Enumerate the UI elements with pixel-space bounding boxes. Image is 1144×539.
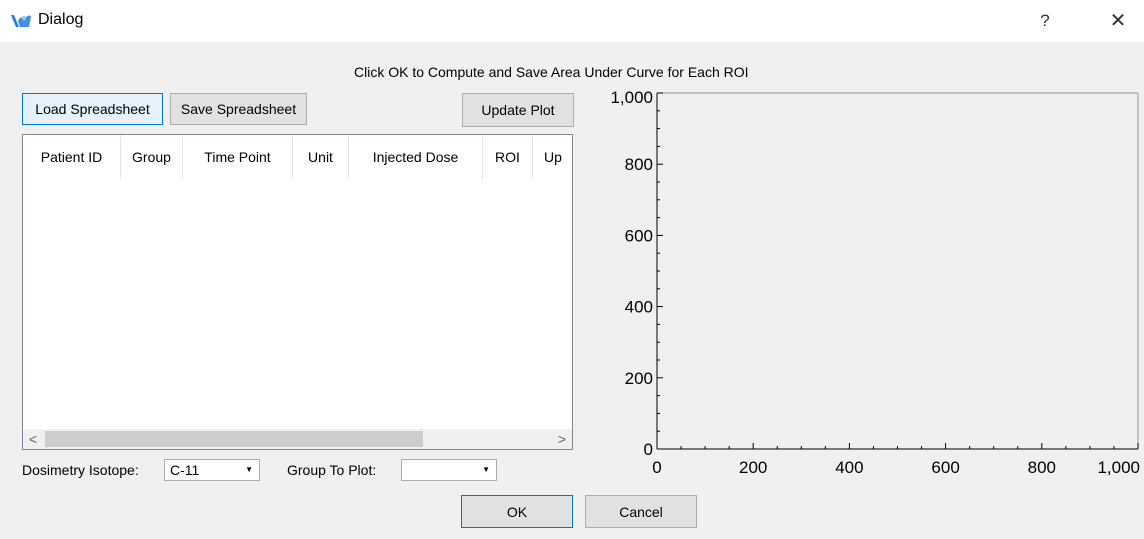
isotope-select[interactable]: C-11 ▼: [164, 459, 260, 481]
column-header-patient-id[interactable]: Patient ID: [23, 135, 121, 179]
scroll-left-icon[interactable]: <: [23, 429, 43, 449]
isotope-value: C-11: [170, 462, 200, 478]
close-button[interactable]: ✕: [1098, 6, 1138, 36]
table-header: Patient ID Group Time Point Unit Injecte…: [23, 135, 572, 179]
group-to-plot-label: Group To Plot:: [287, 462, 377, 478]
x-tick-label: 1,000: [1097, 458, 1140, 477]
cancel-button[interactable]: Cancel: [585, 495, 697, 528]
ok-button[interactable]: OK: [461, 495, 573, 528]
group-to-plot-select[interactable]: ▼: [401, 459, 497, 481]
x-tick-label: 0: [652, 458, 661, 477]
column-header-time-point[interactable]: Time Point: [183, 135, 293, 179]
column-header-injected-dose[interactable]: Injected Dose: [349, 135, 483, 179]
update-plot-button[interactable]: Update Plot: [462, 93, 574, 127]
chevron-down-icon: ▼: [245, 465, 253, 474]
load-spreadsheet-button[interactable]: Load Spreadsheet: [22, 93, 163, 125]
data-table[interactable]: Patient ID Group Time Point Unit Injecte…: [22, 134, 573, 450]
plot-area: [657, 93, 1138, 449]
y-tick-label: 0: [644, 440, 653, 459]
title-bar: Dialog ? ✕: [0, 0, 1144, 42]
horizontal-scrollbar[interactable]: < >: [23, 429, 572, 449]
scroll-right-icon[interactable]: >: [552, 429, 572, 449]
x-tick-label: 200: [739, 458, 767, 477]
column-header-up[interactable]: Up: [533, 135, 572, 179]
isotope-label: Dosimetry Isotope:: [22, 462, 139, 478]
help-button[interactable]: ?: [1030, 6, 1060, 36]
y-tick-label: 1,000: [610, 88, 653, 107]
y-tick-label: 400: [625, 298, 653, 317]
column-header-roi[interactable]: ROI: [483, 135, 533, 179]
instruction-text: Click OK to Compute and Save Area Under …: [354, 64, 749, 80]
y-tick-label: 600: [625, 226, 653, 245]
y-tick-label: 800: [625, 155, 653, 174]
x-tick-label: 800: [1028, 458, 1056, 477]
column-header-unit[interactable]: Unit: [293, 135, 349, 179]
y-tick-label: 200: [625, 369, 653, 388]
x-tick-label: 600: [931, 458, 959, 477]
auc-plot[interactable]: 0 200 400 600 800 1,000 0 200 400 600 800 1,000: [580, 85, 1144, 490]
column-header-group[interactable]: Group: [121, 135, 183, 179]
save-spreadsheet-button[interactable]: Save Spreadsheet: [170, 93, 307, 125]
x-tick-label: 400: [835, 458, 863, 477]
window-title: Dialog: [38, 11, 84, 28]
app-logo-icon: [11, 15, 31, 27]
scrollbar-thumb[interactable]: [45, 431, 423, 447]
chevron-down-icon: ▼: [482, 465, 490, 474]
